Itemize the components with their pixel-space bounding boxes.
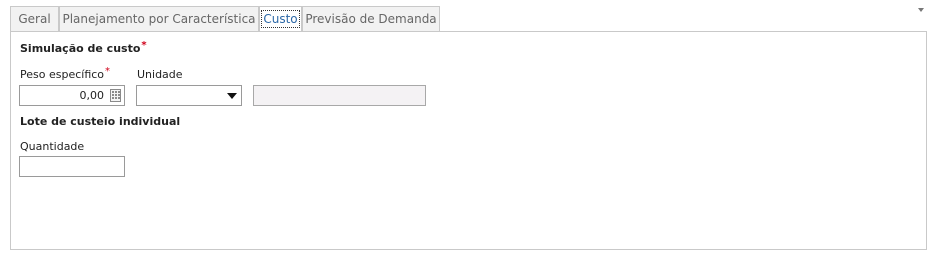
section-title-cost-simulation: Simulação de custo*	[20, 40, 147, 55]
chevron-down-icon	[227, 93, 237, 99]
unit-select[interactable]	[136, 85, 242, 106]
tab-geral[interactable]: Geral	[10, 6, 59, 31]
required-marker: *	[105, 66, 111, 77]
tab-bar: Geral Planejamento por Característica Cu…	[10, 6, 928, 32]
required-marker: *	[141, 40, 147, 51]
unit-label: Unidade	[137, 68, 183, 81]
tab-label: Planejamento por Característica	[62, 12, 256, 26]
specific-weight-label: Peso específico*	[20, 66, 111, 81]
specific-weight-input[interactable]: 0,00	[19, 85, 125, 106]
specific-weight-value: 0,00	[79, 89, 105, 102]
tab-label: Previsão de Demanda	[305, 12, 437, 26]
quantity-input[interactable]	[19, 156, 125, 177]
tab-planejamento[interactable]: Planejamento por Característica	[59, 6, 259, 31]
tab-custo[interactable]: Custo	[259, 6, 302, 32]
tab-previsao-demanda[interactable]: Previsão de Demanda	[302, 6, 440, 31]
tab-overflow-chevron-down-icon[interactable]	[918, 8, 924, 12]
calculator-icon[interactable]	[110, 89, 121, 102]
tab-label: Geral	[18, 12, 51, 26]
tab-label: Custo	[261, 10, 300, 28]
section-title-individual-costing-lot: Lote de custeio individual	[20, 115, 181, 128]
unit-description-field	[253, 85, 426, 106]
tab-panel-custo: Simulação de custo* Peso específico* 0,0…	[10, 31, 927, 250]
quantity-label: Quantidade	[20, 140, 85, 153]
